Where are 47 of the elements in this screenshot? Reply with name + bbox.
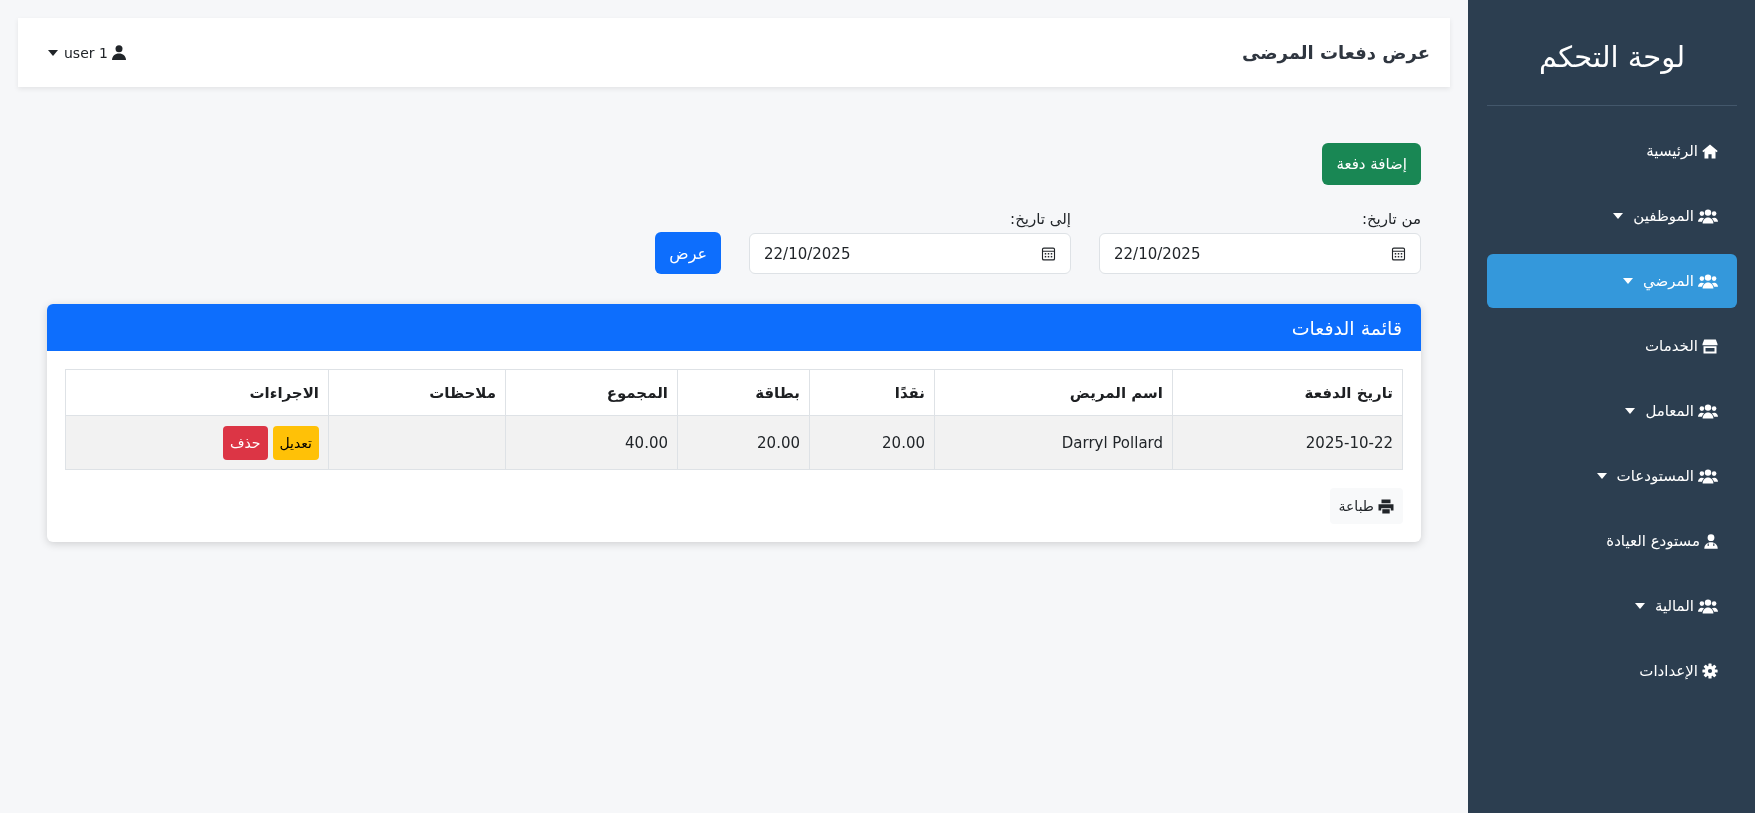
column-header: ملاحظات <box>328 369 506 416</box>
field-label: من تاريخ: <box>1360 210 1421 228</box>
show-button[interactable]: عرض <box>655 232 721 274</box>
column-header: الاجراءات <box>65 369 329 416</box>
nav-item[interactable]: المالية <box>1487 579 1737 633</box>
nav-item[interactable]: الإعدادات <box>1487 644 1737 698</box>
nav-item[interactable]: الخدمات <box>1487 319 1737 373</box>
print-icon <box>1378 498 1394 514</box>
edit-button[interactable]: تعديل <box>272 425 319 460</box>
sidebar-title: لوحة التحكم <box>1538 39 1686 76</box>
column-header: تاريخ الدفعة <box>1172 369 1403 416</box>
users-icon <box>1698 468 1718 484</box>
caret-icon <box>48 49 58 56</box>
table-cell: 2025-10-22 <box>1172 415 1403 470</box>
doctor-icon <box>1704 533 1718 549</box>
column-header: المجموع <box>505 369 678 416</box>
nav-item[interactable]: مستودع العيادة <box>1487 514 1737 568</box>
users-icon <box>1698 598 1718 614</box>
card-header: قائمة الدفعات <box>47 304 1421 351</box>
column-header: نقدًا <box>809 369 935 416</box>
print-button[interactable]: طباعة <box>1329 488 1403 524</box>
date-field[interactable]: 22/10/2025 <box>1099 233 1421 274</box>
nav-item[interactable]: المعامل <box>1487 384 1737 438</box>
users-icon <box>1698 208 1718 224</box>
nav-item[interactable]: المستودعات <box>1487 449 1737 503</box>
table-cell: 40.00 <box>505 415 678 470</box>
table-cell: Darryl Pollard <box>934 415 1173 470</box>
delete-button[interactable]: حذف <box>223 425 268 460</box>
page-title: عرض دفعات المرضى <box>1241 42 1430 63</box>
users-icon <box>1698 273 1718 289</box>
table-cell: 20.00 <box>677 415 810 470</box>
column-header: بطاقة <box>677 369 810 416</box>
add-payment-button[interactable]: إضافة دفعة <box>1322 143 1421 185</box>
users-icon <box>1698 403 1718 419</box>
nav-item[interactable]: الرئيسية <box>1487 124 1737 178</box>
home-icon <box>1702 143 1718 159</box>
store-icon <box>1702 338 1718 354</box>
field-label: إلى تاريخ: <box>1009 210 1071 228</box>
column-header: اسم المريض <box>934 369 1173 416</box>
calendar-icon <box>1391 246 1406 261</box>
calendar-icon <box>1041 246 1056 261</box>
settings-icon <box>1702 663 1718 679</box>
date-field[interactable]: 22/10/2025 <box>749 233 1071 274</box>
user-menu[interactable]: user 1 <box>48 40 126 65</box>
table-cell: 20.00 <box>809 415 935 470</box>
nav-item[interactable]: الموظفين <box>1487 189 1737 243</box>
user-icon <box>111 45 126 60</box>
